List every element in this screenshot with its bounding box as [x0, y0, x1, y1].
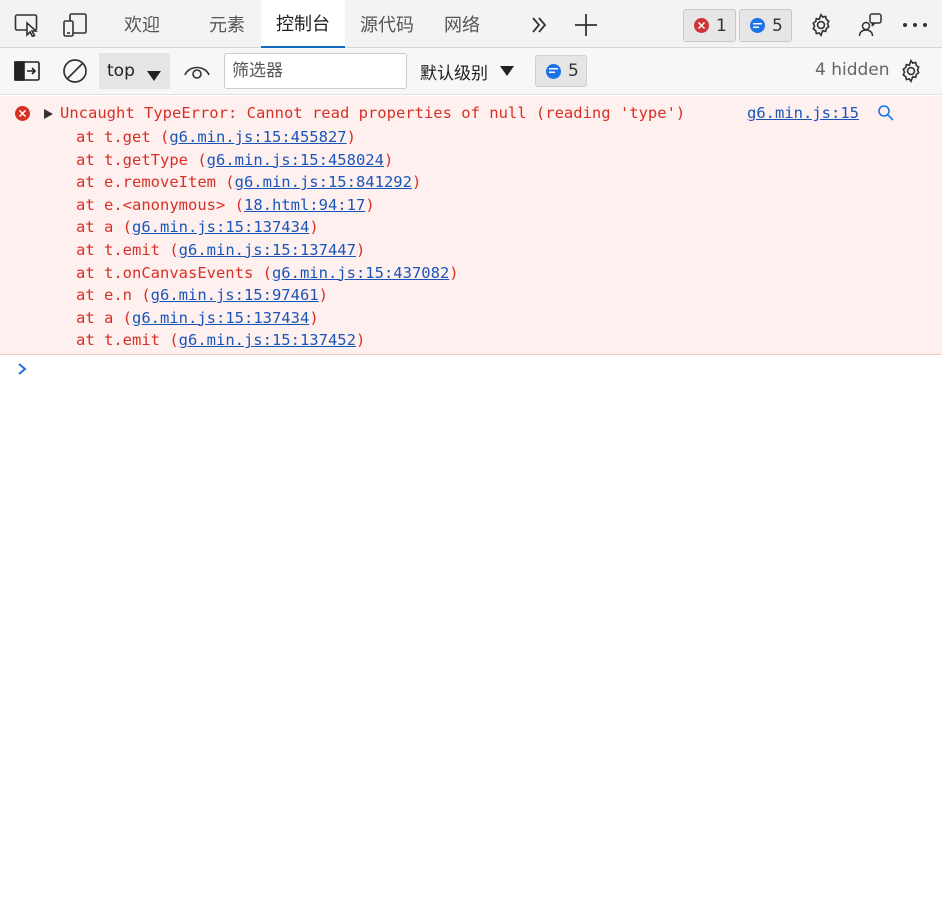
frame-fn: at t.emit (: [76, 240, 179, 259]
frame-end: ): [365, 195, 375, 214]
frame-link[interactable]: g6.min.js:15:137434: [132, 218, 309, 236]
stack-frame: at t.getType (g6.min.js:15:458024): [76, 149, 459, 172]
expand-triangle-icon[interactable]: [44, 109, 53, 119]
stack-frame: at t.onCanvasEvents (g6.min.js:15:437082…: [76, 262, 459, 285]
frame-fn: at t.onCanvasEvents (: [76, 263, 272, 282]
stack-frame: at e.removeItem (g6.min.js:15:841292): [76, 171, 459, 194]
stack-frame: at a (g6.min.js:15:137434): [76, 216, 459, 239]
filter-input[interactable]: [224, 53, 407, 89]
log-levels-label: 默认级别: [420, 63, 488, 84]
feedback-people-icon[interactable]: [857, 12, 883, 38]
error-source-link[interactable]: g6.min.js:15: [747, 103, 859, 123]
issues-message-count: 5: [568, 61, 579, 81]
inspect-element-icon[interactable]: [14, 12, 40, 38]
error-count-badge[interactable]: 1: [683, 9, 736, 42]
console-settings-gear-icon[interactable]: [898, 58, 924, 84]
console-input[interactable]: [40, 358, 930, 380]
stack-frame: at a (g6.min.js:15:137434): [76, 307, 459, 330]
frame-end: ): [309, 308, 319, 327]
frame-end: ): [355, 240, 366, 259]
frame-link[interactable]: g6.min.js:15:458024: [207, 151, 384, 169]
tab-network[interactable]: 网络: [432, 0, 492, 48]
frame-fn: at t.get (: [76, 128, 170, 146]
more-options-icon[interactable]: [902, 12, 928, 38]
stack-frame: at t.get (g6.min.js:15:455827): [76, 126, 459, 149]
issues-message-badge[interactable]: 5: [535, 55, 587, 87]
frame-link[interactable]: g6.min.js:15:97461: [151, 286, 319, 304]
error-text: Uncaught TypeError: Cannot read properti…: [60, 104, 686, 122]
frame-fn: at t.getType (: [76, 150, 207, 169]
message-count-badge[interactable]: 5: [739, 9, 792, 42]
context-selector[interactable]: top: [99, 53, 170, 89]
frame-fn: at a (: [76, 218, 132, 237]
device-emulation-icon[interactable]: [62, 12, 88, 38]
context-selector-label: top: [107, 61, 135, 81]
message-icon: [546, 63, 561, 79]
stack-frame: at t.emit (g6.min.js:15:137452): [76, 329, 459, 352]
stack-frame: at e.<anonymous> (18.html:94:17): [76, 194, 459, 217]
frame-end: ): [355, 331, 366, 350]
stack-trace: at t.get (g6.min.js:15:455827) at t.getT…: [76, 126, 459, 352]
frame-fn: at e.n (: [76, 286, 151, 305]
tab-welcome[interactable]: 欢迎: [110, 0, 174, 48]
message-count: 5: [772, 15, 783, 36]
console-prompt-chevron-icon: [17, 361, 31, 377]
sidebar-toggle-icon[interactable]: [14, 60, 40, 82]
stack-frame: at t.emit (g6.min.js:15:137447): [76, 239, 459, 262]
frame-link[interactable]: 18.html:94:17: [244, 196, 365, 214]
frame-end: ): [346, 128, 356, 146]
error-icon: [694, 18, 709, 33]
frame-fn: at a (: [76, 308, 132, 327]
settings-gear-icon[interactable]: [808, 12, 834, 38]
frame-end: ): [449, 263, 459, 282]
more-tabs-icon[interactable]: [526, 12, 552, 38]
live-expression-eye-icon[interactable]: [183, 60, 211, 82]
frame-fn: at e.<anonymous> (: [76, 195, 244, 214]
frame-link[interactable]: g6.min.js:15:455827: [169, 128, 346, 146]
console-toolbar: top 默认级别 5 4 hidden: [0, 48, 942, 95]
frame-fn: at t.emit (: [76, 331, 179, 350]
frame-end: ): [411, 173, 422, 192]
frame-link[interactable]: g6.min.js:15:137447: [179, 241, 356, 259]
tab-elements[interactable]: 元素: [195, 0, 259, 48]
frame-link[interactable]: g6.min.js:15:137452: [179, 331, 356, 349]
frame-end: ): [318, 286, 328, 305]
frame-end: ): [309, 218, 319, 237]
error-icon: [15, 106, 30, 121]
log-levels-dropdown[interactable]: 默认级别: [420, 53, 514, 89]
frame-end: ): [383, 150, 394, 169]
frame-link[interactable]: g6.min.js:15:137434: [132, 309, 309, 327]
chevron-down-icon: [147, 66, 161, 86]
hidden-messages-count: 4 hidden: [815, 60, 890, 80]
frame-link[interactable]: g6.min.js:15:437082: [272, 264, 449, 282]
frame-fn: at e.removeItem (: [76, 173, 235, 192]
message-icon: [750, 18, 765, 33]
stack-frame: at e.n (g6.min.js:15:97461): [76, 284, 459, 307]
search-icon[interactable]: [877, 104, 895, 126]
error-count: 1: [716, 15, 727, 36]
frame-link[interactable]: g6.min.js:15:841292: [235, 173, 412, 191]
console-error-message: Uncaught TypeError: Cannot read properti…: [0, 96, 942, 355]
clear-console-icon[interactable]: [62, 58, 88, 84]
tab-console[interactable]: 控制台: [261, 0, 345, 48]
tab-sources[interactable]: 源代码: [353, 0, 421, 48]
add-tab-icon[interactable]: [573, 12, 599, 38]
devtools-tab-strip: 欢迎 元素 控制台 源代码 网络 1 5: [0, 0, 942, 48]
chevron-down-icon: [500, 66, 514, 76]
